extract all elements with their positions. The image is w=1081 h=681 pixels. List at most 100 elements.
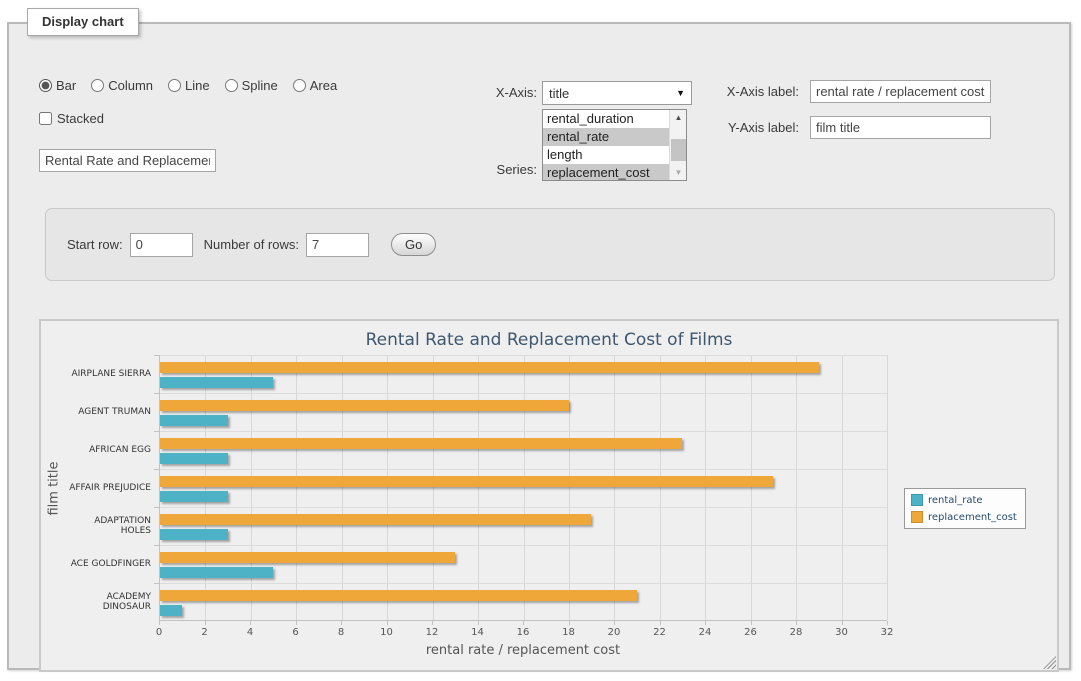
x-tick-label: 18 (562, 627, 575, 638)
x-tick-label: 2 (201, 627, 207, 638)
x-axis-title: rental rate / replacement cost (159, 643, 887, 658)
category-label: ACE GOLDFINGER (63, 545, 151, 583)
x-tick-mark (842, 621, 843, 625)
bar-replacement_cost (160, 590, 637, 601)
radio-bar[interactable] (39, 79, 52, 92)
chart-type-option-bar: Bar (39, 78, 76, 93)
legend-label: replacement_cost (928, 512, 1017, 523)
category-label: AFRICAN EGG (63, 431, 151, 469)
bar-replacement_cost (160, 400, 569, 411)
x-tick-mark (341, 621, 342, 625)
category-label: AFFAIR PREJUDICE (63, 469, 151, 507)
x-axis-select[interactable]: title ▼ (542, 81, 692, 105)
chart-type-option-spline: Spline (225, 78, 278, 93)
bar-replacement_cost (160, 476, 773, 487)
x-tick-label: 26 (744, 627, 757, 638)
num-rows-caption: Number of rows: (204, 237, 299, 252)
chevron-down-icon: ▼ (676, 88, 685, 98)
bar-replacement_cost (160, 362, 819, 373)
main-panel: BarColumnLineSplineArea Stacked X-Axis: … (7, 22, 1071, 670)
radio-line[interactable] (168, 79, 181, 92)
x-tick-label: 24 (699, 627, 712, 638)
x-tick-label: 30 (835, 627, 848, 638)
legend-label: rental_rate (928, 495, 983, 506)
gridline (887, 355, 888, 620)
radio-label: Line (185, 78, 210, 93)
y-axis-label-input[interactable] (810, 116, 991, 139)
category-labels: AIRPLANE SIERRAAGENT TRUMANAFRICAN EGGAF… (63, 355, 151, 621)
x-axis-selected-value: title (549, 86, 569, 101)
category-label: ACADEMY DINOSAUR (63, 583, 151, 621)
radio-label: Column (108, 78, 153, 93)
y-tick-mark (154, 507, 160, 508)
x-tick-mark (478, 621, 479, 625)
scroll-thumb[interactable] (671, 139, 686, 161)
radio-area[interactable] (293, 79, 306, 92)
legend-swatch (911, 494, 923, 506)
series-options: rental_durationrental_ratelengthreplacem… (543, 110, 669, 180)
series-option[interactable]: rental_rate (543, 128, 669, 146)
chart-type-option-line: Line (168, 78, 210, 93)
x-tick-mark (523, 621, 524, 625)
x-tick-mark (205, 621, 206, 625)
chart-title: Rental Rate and Replacement Cost of Film… (41, 330, 1057, 350)
go-button[interactable]: Go (391, 233, 436, 256)
legend-swatch (911, 511, 923, 523)
x-tick-label: 22 (653, 627, 666, 638)
y-tick-mark (154, 469, 160, 470)
bar-rental_rate (160, 605, 182, 616)
radio-label: Bar (56, 78, 76, 93)
scroll-down-icon[interactable]: ▼ (670, 165, 687, 180)
bar-rental_rate (160, 453, 228, 464)
stacked-row: Stacked (39, 111, 104, 126)
x-tick-label: 12 (426, 627, 439, 638)
bar-replacement_cost (160, 438, 682, 449)
chart-title-input[interactable] (39, 149, 216, 172)
resize-handle-icon[interactable] (1043, 656, 1056, 669)
x-tick-mark (887, 621, 888, 625)
series-option[interactable]: length (543, 146, 669, 164)
num-rows-input[interactable] (306, 233, 369, 257)
x-axis-ticks: 02468101214161820222426283032 (159, 624, 887, 638)
start-row-input[interactable] (130, 233, 193, 257)
series-option[interactable]: rental_duration (543, 110, 669, 128)
x-axis-caption: X-Axis: (471, 85, 537, 100)
listbox-scrollbar[interactable]: ▲ ▼ (669, 110, 686, 180)
x-tick-label: 14 (471, 627, 484, 638)
radio-column[interactable] (91, 79, 104, 92)
bar-rental_rate (160, 377, 273, 388)
bar-group (160, 355, 887, 393)
stacked-checkbox[interactable] (39, 112, 52, 125)
radio-spline[interactable] (225, 79, 238, 92)
x-tick-label: 10 (380, 627, 393, 638)
start-row-caption: Start row: (67, 237, 123, 252)
y-axis-label-caption: Y-Axis label: (719, 120, 799, 135)
x-tick-mark (660, 621, 661, 625)
y-tick-mark (154, 583, 160, 584)
scroll-up-icon[interactable]: ▲ (670, 110, 687, 125)
x-axis-label-input[interactable] (810, 80, 991, 103)
bar-group (160, 393, 887, 431)
x-tick-mark (705, 621, 706, 625)
y-tick-mark (154, 355, 160, 356)
x-tick-mark (159, 621, 160, 625)
series-option[interactable]: replacement_cost (543, 164, 669, 181)
series-listbox[interactable]: rental_durationrental_ratelengthreplacem… (542, 109, 687, 181)
bar-rental_rate (160, 567, 273, 578)
bar-group (160, 507, 887, 545)
category-label: AIRPLANE SIERRA (63, 355, 151, 393)
radio-label: Spline (242, 78, 278, 93)
y-tick-mark (154, 545, 160, 546)
legend: rental_rate replacement_cost (904, 488, 1026, 529)
legend-item[interactable]: rental_rate (911, 494, 1017, 506)
x-tick-label: 32 (881, 627, 894, 638)
x-tick-label: 20 (608, 627, 621, 638)
chart-panel: Rental Rate and Replacement Cost of Film… (39, 319, 1059, 672)
x-tick-mark (796, 621, 797, 625)
legend-item[interactable]: replacement_cost (911, 511, 1017, 523)
category-label: AGENT TRUMAN (63, 393, 151, 431)
x-tick-mark (751, 621, 752, 625)
plot-area (159, 355, 887, 621)
chart-type-option-area: Area (293, 78, 337, 93)
chart-type-option-column: Column (91, 78, 153, 93)
